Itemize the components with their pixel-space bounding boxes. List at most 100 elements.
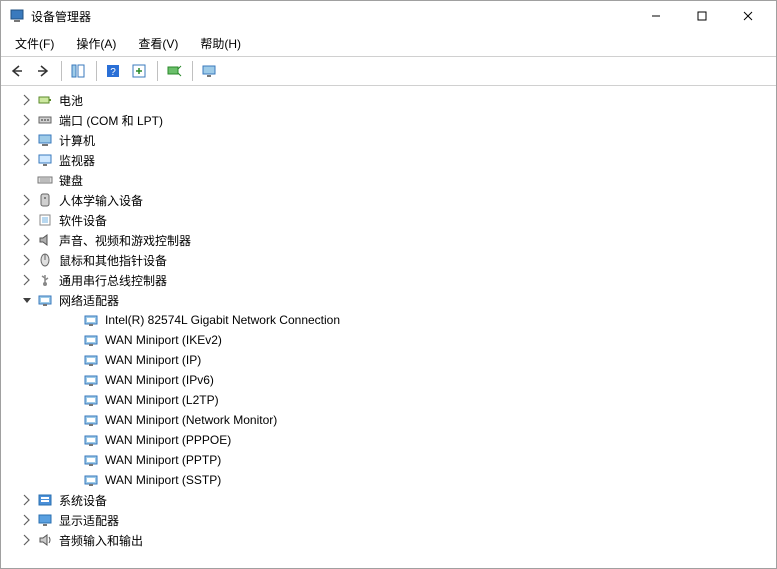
tree-category[interactable]: 音频输入和输出 [11,530,776,550]
tree-category[interactable]: 电池 [11,90,776,110]
tree-category[interactable]: 软件设备 [11,210,776,230]
window-title: 设备管理器 [31,8,633,25]
tree-item-label: 电池 [57,91,85,110]
network-adapter-icon [83,372,99,388]
properties-button[interactable] [197,60,221,82]
software-icon [37,212,53,228]
tree-item-label: 音频输入和输出 [57,531,145,550]
chevron-right-icon[interactable] [19,92,35,108]
tree-item-label: WAN Miniport (L2TP) [103,392,221,408]
network-icon [37,292,53,308]
tree-item-label: WAN Miniport (PPPOE) [103,432,233,448]
close-button[interactable] [725,1,771,31]
chevron-right-icon[interactable] [19,232,35,248]
chevron-right-icon[interactable] [19,492,35,508]
network-adapter-icon [83,332,99,348]
tree-device[interactable]: WAN Miniport (SSTP) [31,470,776,490]
tree-category[interactable]: 人体学输入设备 [11,190,776,210]
toolbar: ? [1,56,776,86]
show-hide-tree-button[interactable] [66,60,90,82]
toolbar-separator [96,61,97,81]
tree-item-label: WAN Miniport (SSTP) [103,472,223,488]
chevron-right-icon[interactable] [19,212,35,228]
toolbar-separator [157,61,158,81]
tree-item-label: WAN Miniport (IKEv2) [103,332,224,348]
tree-category[interactable]: 监视器 [11,150,776,170]
network-adapter-icon [83,312,99,328]
chevron-right-icon[interactable] [19,132,35,148]
svg-text:?: ? [110,67,116,78]
port-icon [37,112,53,128]
tree-item-label: 端口 (COM 和 LPT) [57,111,165,130]
tree-device[interactable]: Intel(R) 82574L Gigabit Network Connecti… [31,310,776,330]
tree-device[interactable]: WAN Miniport (IP) [31,350,776,370]
tree-category[interactable]: 声音、视频和游戏控制器 [11,230,776,250]
chevron-right-icon[interactable] [19,252,35,268]
tree-item-label: Intel(R) 82574L Gigabit Network Connecti… [103,312,342,328]
tree-item-label: 网络适配器 [57,291,121,310]
audio-icon [37,232,53,248]
tree-item-label: WAN Miniport (PPTP) [103,452,223,468]
computer-icon [37,132,53,148]
tree-device[interactable]: WAN Miniport (PPPOE) [31,430,776,450]
help-button[interactable]: ? [101,60,125,82]
network-adapter-icon [83,392,99,408]
tree-device[interactable]: WAN Miniport (IPv6) [31,370,776,390]
tree-category[interactable]: 端口 (COM 和 LPT) [11,110,776,130]
action-button[interactable] [127,60,151,82]
battery-icon [37,92,53,108]
tree-item-label: WAN Miniport (Network Monitor) [103,412,279,428]
tree-category[interactable]: 系统设备 [11,490,776,510]
chevron-down-icon[interactable] [19,292,35,308]
device-tree[interactable]: 电池端口 (COM 和 LPT)计算机监视器键盘人体学输入设备软件设备声音、视频… [1,86,776,568]
tree-item-label: 监视器 [57,151,97,170]
nav-back-button[interactable] [5,60,29,82]
tree-item-label: 软件设备 [57,211,109,230]
chevron-right-icon[interactable] [19,192,35,208]
tree-category[interactable]: 键盘 [11,170,776,190]
chevron-right-icon[interactable] [19,152,35,168]
tree-item-label: 人体学输入设备 [57,191,145,210]
window-controls [633,1,771,31]
chevron-right-icon[interactable] [19,272,35,288]
chevron-right-icon[interactable] [19,532,35,548]
tree-item-label: 鼠标和其他指针设备 [57,251,169,270]
usb-icon [37,272,53,288]
audioio-icon [37,532,53,548]
monitor-icon [37,152,53,168]
keyboard-icon [37,172,53,188]
tree-device[interactable]: WAN Miniport (L2TP) [31,390,776,410]
hid-icon [37,192,53,208]
tree-device[interactable]: WAN Miniport (Network Monitor) [31,410,776,430]
tree-category[interactable]: 鼠标和其他指针设备 [11,250,776,270]
maximize-button[interactable] [679,1,725,31]
tree-category[interactable]: 计算机 [11,130,776,150]
tree-item-label: 计算机 [57,131,97,150]
menu-help[interactable]: 帮助(H) [194,33,251,54]
network-adapter-icon [83,352,99,368]
tree-device[interactable]: WAN Miniport (PPTP) [31,450,776,470]
app-icon [9,8,25,24]
minimize-button[interactable] [633,1,679,31]
tree-category[interactable]: 网络适配器 [11,290,776,310]
menu-action[interactable]: 操作(A) [70,33,126,54]
tree-item-label: 键盘 [57,171,85,190]
toolbar-separator [61,61,62,81]
tree-item-label: WAN Miniport (IPv6) [103,372,216,388]
network-adapter-icon [83,412,99,428]
chevron-right-icon[interactable] [19,512,35,528]
tree-category[interactable]: 通用串行总线控制器 [11,270,776,290]
display-icon [37,512,53,528]
menubar: 文件(F) 操作(A) 查看(V) 帮助(H) [1,31,776,56]
menu-view[interactable]: 查看(V) [132,33,188,54]
tree-item-label: 系统设备 [57,491,109,510]
scan-hardware-button[interactable] [162,60,186,82]
tree-category[interactable]: 显示适配器 [11,510,776,530]
menu-file[interactable]: 文件(F) [9,33,64,54]
tree-item-label: 声音、视频和游戏控制器 [57,231,193,250]
nav-forward-button[interactable] [31,60,55,82]
system-icon [37,492,53,508]
tree-device[interactable]: WAN Miniport (IKEv2) [31,330,776,350]
chevron-right-icon[interactable] [19,112,35,128]
network-adapter-icon [83,452,99,468]
